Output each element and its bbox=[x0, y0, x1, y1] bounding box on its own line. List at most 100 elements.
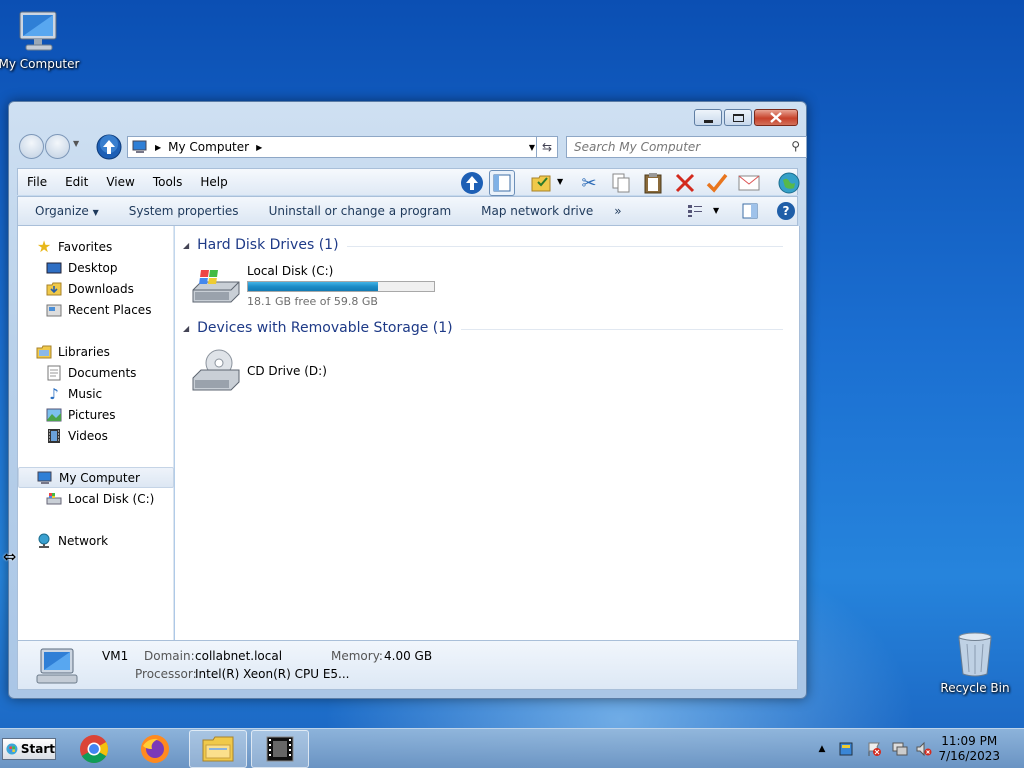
nav-favorites[interactable]: ★ Favorites bbox=[18, 236, 174, 257]
desktop-icon-label: Recycle Bin bbox=[940, 681, 1010, 695]
mail-icon[interactable] bbox=[736, 170, 762, 196]
nav-local-disk[interactable]: Local Disk (C:) bbox=[18, 488, 174, 509]
computer-name: VM1 bbox=[102, 649, 129, 663]
taskbar-media[interactable] bbox=[251, 730, 309, 768]
menu-edit[interactable]: Edit bbox=[56, 175, 97, 189]
delete-icon[interactable] bbox=[672, 170, 698, 196]
menu-view[interactable]: View bbox=[97, 175, 143, 189]
navigation-pane: ★ Favorites Desktop Downloads Recent Pla… bbox=[17, 226, 174, 640]
organize-button[interactable]: Organize ▼ bbox=[18, 204, 114, 218]
taskbar-explorer[interactable] bbox=[189, 730, 247, 768]
nav-label: Videos bbox=[68, 428, 108, 443]
group-title: Devices with Removable Storage (1) bbox=[197, 320, 453, 336]
help-icon[interactable]: ? bbox=[777, 202, 795, 220]
content-area: ◢ Hard Disk Drives (1) Local Disk (C:) 1… bbox=[175, 226, 800, 640]
group-divider bbox=[460, 328, 783, 330]
refresh-button[interactable]: ⇆ bbox=[536, 136, 558, 158]
forward-button[interactable] bbox=[45, 134, 70, 159]
music-icon: ♪ bbox=[49, 384, 59, 403]
taskbar: Start ▲ 11:09 PM 7/16/2023 bbox=[0, 728, 1024, 768]
clock-date: 7/16/2023 bbox=[938, 749, 1000, 763]
uninstall-program-button[interactable]: Uninstall or change a program bbox=[254, 204, 467, 218]
breadcrumb-my-computer[interactable]: My Computer bbox=[168, 140, 249, 154]
nav-desktop[interactable]: Desktop bbox=[18, 257, 174, 278]
nav-pictures[interactable]: Pictures bbox=[18, 404, 174, 425]
collapse-icon: ◢ bbox=[183, 323, 190, 333]
panes-icon[interactable] bbox=[489, 170, 515, 196]
start-label: Start bbox=[20, 742, 55, 756]
back-button[interactable] bbox=[19, 134, 44, 159]
map-network-drive-button[interactable]: Map network drive bbox=[466, 204, 608, 218]
menu-tools[interactable]: Tools bbox=[144, 175, 192, 189]
up-level-button[interactable] bbox=[96, 134, 122, 160]
globe-icon[interactable] bbox=[776, 170, 802, 196]
close-button[interactable] bbox=[754, 109, 798, 126]
desktop-icon-recycle-bin[interactable]: Recycle Bin bbox=[930, 630, 1020, 695]
group-hard-disk-drives[interactable]: ◢ Hard Disk Drives (1) bbox=[183, 237, 783, 253]
show-hidden-icons-button[interactable]: ▲ bbox=[814, 741, 830, 757]
chevron-down-icon: ▼ bbox=[92, 208, 99, 217]
explorer-icon bbox=[202, 736, 234, 762]
drive-icon bbox=[46, 491, 62, 507]
nav-downloads[interactable]: Downloads bbox=[18, 278, 174, 299]
drive-local-disk-c[interactable]: Local Disk (C:) 18.1 GB free of 59.8 GB bbox=[191, 262, 451, 308]
firefox-icon bbox=[141, 735, 169, 763]
menu-help[interactable]: Help bbox=[191, 175, 236, 189]
desktop-icon-label: My Computer bbox=[0, 57, 80, 71]
nav-my-computer[interactable]: My Computer bbox=[18, 467, 174, 488]
start-button[interactable]: Start bbox=[2, 738, 56, 760]
explorer-window: ▼ ▶ My Computer ▶ ▼ ⇆ Search My Computer… bbox=[8, 101, 807, 699]
clock-time: 11:09 PM bbox=[941, 734, 998, 748]
nav-libraries[interactable]: Libraries bbox=[18, 341, 174, 362]
nav-network[interactable]: Network bbox=[18, 530, 174, 551]
nav-label: Recent Places bbox=[68, 302, 152, 317]
details-pane: VM1 Domain: collabnet.local Memory: 4.00… bbox=[17, 640, 798, 690]
search-icon[interactable]: ⚲ bbox=[791, 139, 800, 153]
clock[interactable]: 11:09 PM 7/16/2023 bbox=[938, 734, 1000, 764]
folder-options-icon[interactable] bbox=[528, 170, 554, 196]
nav-label: Network bbox=[58, 533, 109, 548]
recent-pages-dropdown[interactable]: ▼ bbox=[73, 139, 79, 148]
minimize-button[interactable] bbox=[694, 109, 722, 126]
nav-videos[interactable]: Videos bbox=[18, 425, 174, 446]
computer-icon bbox=[37, 470, 53, 486]
action-center-icon[interactable] bbox=[838, 741, 854, 757]
system-properties-button[interactable]: System properties bbox=[114, 204, 254, 218]
drive-cd-d[interactable]: CD Drive (D:) bbox=[191, 348, 391, 396]
documents-icon bbox=[46, 365, 62, 381]
processor-label: Processor: bbox=[135, 667, 197, 681]
hard-drive-icon bbox=[192, 270, 240, 303]
videos-icon bbox=[46, 428, 62, 444]
search-input[interactable]: Search My Computer ⚲ bbox=[566, 136, 807, 158]
menu-file[interactable]: File bbox=[18, 175, 56, 189]
address-bar[interactable]: ▶ My Computer ▶ ▼ bbox=[127, 136, 540, 158]
taskbar-chrome[interactable] bbox=[65, 730, 123, 768]
group-removable-storage[interactable]: ◢ Devices with Removable Storage (1) bbox=[183, 320, 783, 336]
folder-options-dropdown-icon[interactable]: ▼ bbox=[557, 177, 563, 186]
nav-label: Documents bbox=[68, 365, 137, 380]
taskbar-firefox[interactable] bbox=[126, 730, 184, 768]
group-title: Hard Disk Drives (1) bbox=[197, 237, 339, 253]
desktop-icon-my-computer[interactable]: My Computer bbox=[0, 10, 84, 71]
maximize-button[interactable] bbox=[724, 109, 752, 126]
change-view-icon[interactable] bbox=[687, 204, 703, 221]
nav-music[interactable]: ♪ Music bbox=[18, 383, 174, 404]
preview-pane-icon[interactable] bbox=[742, 203, 758, 222]
menu-bar: File Edit View Tools Help ▼ ✂ bbox=[17, 168, 800, 196]
cut-icon[interactable]: ✂ bbox=[576, 170, 602, 196]
view-dropdown-icon[interactable]: ▼ bbox=[713, 206, 719, 215]
group-divider bbox=[346, 245, 783, 247]
nav-recent-places[interactable]: Recent Places bbox=[18, 299, 174, 320]
more-commands-button[interactable]: » bbox=[608, 204, 636, 218]
address-dropdown-icon[interactable]: ▼ bbox=[529, 143, 535, 152]
flag-warning-icon[interactable] bbox=[866, 741, 882, 757]
paste-icon[interactable] bbox=[640, 170, 666, 196]
copy-icon[interactable] bbox=[608, 170, 634, 196]
nav-documents[interactable]: Documents bbox=[18, 362, 174, 383]
computer-icon bbox=[19, 11, 57, 51]
up-arrow-icon[interactable] bbox=[459, 170, 485, 196]
volume-muted-icon[interactable] bbox=[916, 741, 932, 757]
nav-label: Music bbox=[68, 386, 103, 401]
properties-check-icon[interactable] bbox=[704, 170, 730, 196]
network-status-icon[interactable] bbox=[892, 741, 908, 757]
